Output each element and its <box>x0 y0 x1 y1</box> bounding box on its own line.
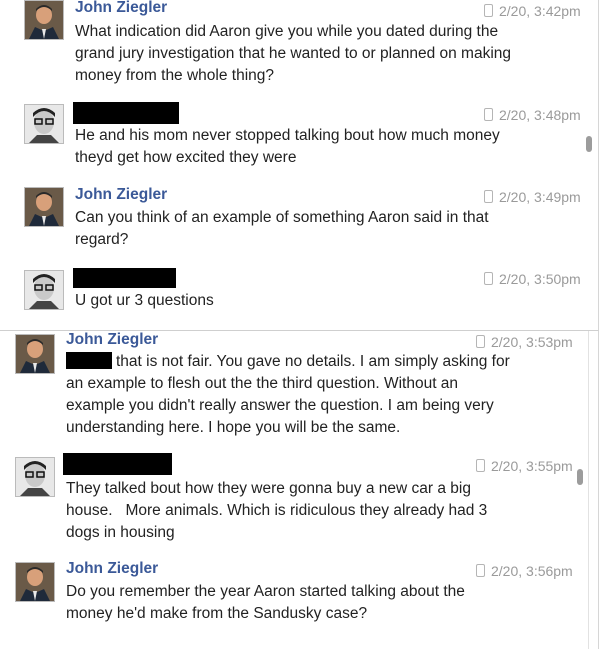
message-line: that is not fair. You gave no details. I… <box>66 351 510 373</box>
man-with-glasses-avatar-icon <box>25 271 63 309</box>
message-line: money he'd make from the Sandusky case? <box>66 605 368 622</box>
avatar[interactable] <box>15 562 55 602</box>
message-line: U got ur 3 questions <box>75 292 214 309</box>
message-line: Can you think of an example of something… <box>75 209 489 226</box>
message-line: example you didn't really answer the que… <box>66 397 494 414</box>
avatar[interactable] <box>24 104 64 144</box>
man-in-suit-avatar-icon <box>16 335 54 373</box>
timestamp-text: 2/20, 3:48pm <box>499 107 581 123</box>
message-text: He and his mom never stopped talking bou… <box>75 125 500 169</box>
timestamp-text: 2/20, 3:55pm <box>491 458 573 474</box>
message-line: dogs in housing <box>66 524 175 541</box>
timestamp-text: 2/20, 3:56pm <box>491 563 573 579</box>
avatar[interactable] <box>24 187 64 227</box>
man-with-glasses-avatar-icon <box>16 458 54 496</box>
message-text: What indication did Aaron give you while… <box>75 21 511 87</box>
timestamp-text: 2/20, 3:42pm <box>499 3 581 19</box>
message-line: money from the whole thing? <box>75 67 275 84</box>
avatar[interactable] <box>24 0 64 40</box>
avatar[interactable] <box>15 457 55 497</box>
message-text: U got ur 3 questions <box>75 290 214 312</box>
sender-name[interactable]: John Ziegler <box>66 560 158 578</box>
avatar[interactable] <box>15 334 55 374</box>
message-line: They talked bout how they were gonna buy… <box>66 480 471 497</box>
message-text: They talked bout how they were gonna buy… <box>66 478 487 544</box>
scrollbar-thumb[interactable] <box>577 469 583 485</box>
mobile-phone-icon <box>484 190 493 203</box>
message-line: house. More animals. Which is ridiculous… <box>66 502 488 519</box>
mobile-phone-icon <box>476 459 485 472</box>
mobile-phone-icon <box>476 335 485 348</box>
mobile-phone-icon <box>484 4 493 17</box>
message-text: that is not fair. You gave no details. I… <box>66 351 510 439</box>
man-with-glasses-avatar-icon <box>25 105 63 143</box>
sender-name[interactable]: John Ziegler <box>75 0 167 17</box>
message-line: What indication did Aaron give you while… <box>75 23 499 40</box>
scrollbar-thumb[interactable] <box>586 136 592 152</box>
message-text: Can you think of an example of something… <box>75 207 489 251</box>
message-line-text: that is not fair. You gave no details. I… <box>116 353 510 370</box>
redacted-name <box>63 453 172 475</box>
man-in-suit-avatar-icon <box>25 188 63 226</box>
timestamp: 2/20, 3:50pm <box>484 271 581 287</box>
timestamp: 2/20, 3:48pm <box>484 107 581 123</box>
message-line: grand jury investigation that he wanted … <box>75 45 512 62</box>
redacted-name <box>73 102 179 124</box>
timestamp: 2/20, 3:53pm <box>476 334 573 350</box>
timestamp: 2/20, 3:42pm <box>484 3 581 19</box>
sender-name[interactable]: John Ziegler <box>75 186 167 204</box>
timestamp-text: 2/20, 3:49pm <box>499 189 581 205</box>
timestamp: 2/20, 3:56pm <box>476 563 573 579</box>
message-line: theyd get how excited they were <box>75 149 297 166</box>
sender-name[interactable]: John Ziegler <box>66 331 158 349</box>
timestamp-text: 2/20, 3:53pm <box>491 334 573 350</box>
message-line: Do you remember the year Aaron started t… <box>66 583 465 600</box>
timestamp: 2/20, 3:55pm <box>476 458 573 474</box>
mobile-phone-icon <box>476 564 485 577</box>
timestamp-text: 2/20, 3:50pm <box>499 271 581 287</box>
redacted-name <box>73 268 176 288</box>
chat-panel-bottom: John Ziegler 2/20, 3:53pm that is not fa… <box>0 331 599 649</box>
mobile-phone-icon <box>484 272 493 285</box>
mobile-phone-icon <box>484 108 493 121</box>
chat-panel-top: John Ziegler 2/20, 3:42pm What indicatio… <box>0 0 599 331</box>
message-text: Do you remember the year Aaron started t… <box>66 581 465 625</box>
message-line: regard? <box>75 231 129 248</box>
message-line: He and his mom never stopped talking bou… <box>75 127 500 144</box>
redacted-name <box>66 352 112 369</box>
message-line: understanding here. I hope you will be t… <box>66 419 401 436</box>
man-in-suit-avatar-icon <box>25 1 63 39</box>
man-in-suit-avatar-icon <box>16 563 54 601</box>
message-line: an example to flesh out the the third qu… <box>66 375 459 392</box>
timestamp: 2/20, 3:49pm <box>484 189 581 205</box>
scroll-track <box>588 331 589 649</box>
avatar[interactable] <box>24 270 64 310</box>
